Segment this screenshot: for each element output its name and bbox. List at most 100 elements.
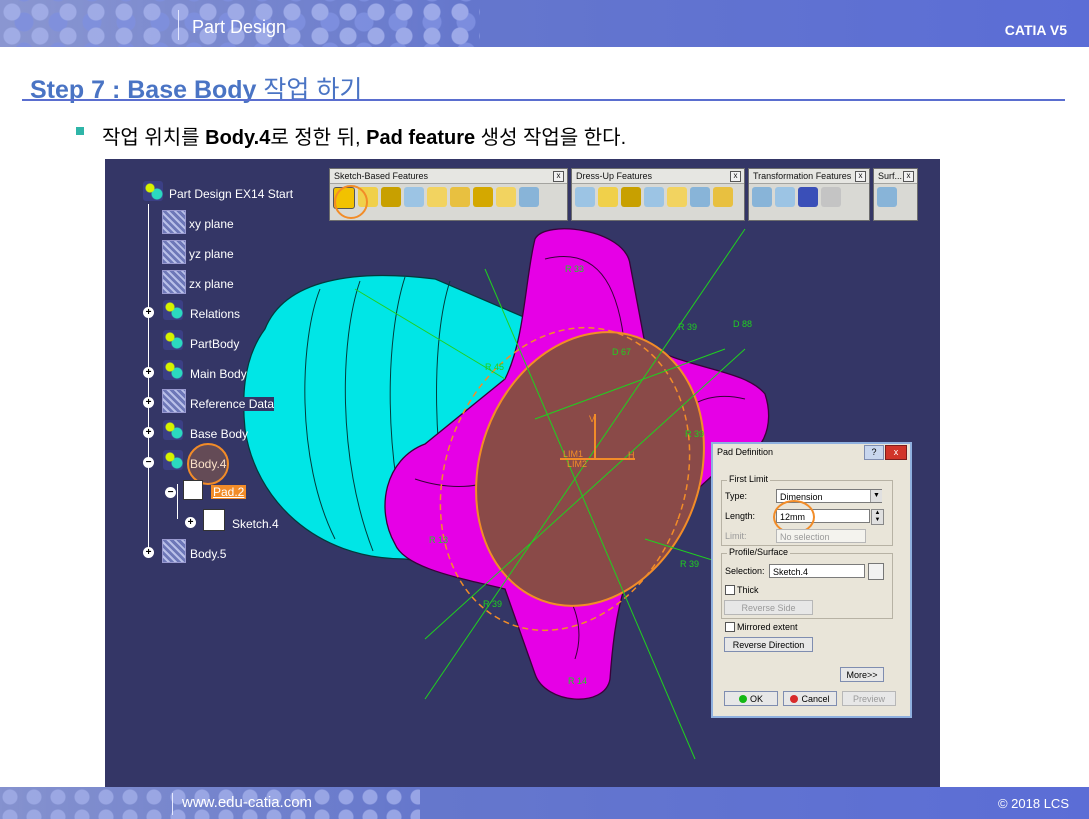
toolbar-title[interactable]: Dress-Up Features x bbox=[572, 169, 744, 184]
chamfer-icon[interactable] bbox=[598, 187, 618, 207]
footer-copyright: © 2018 LCS bbox=[997, 796, 1069, 811]
remove-loft-tool-icon[interactable] bbox=[519, 187, 539, 207]
expand-icon[interactable]: + bbox=[143, 397, 154, 408]
limit-field[interactable]: No selection bbox=[776, 529, 866, 543]
shell-icon[interactable] bbox=[644, 187, 664, 207]
stiffener-tool-icon[interactable] bbox=[473, 187, 493, 207]
thick-checkbox[interactable] bbox=[725, 585, 735, 595]
body-icon[interactable] bbox=[163, 420, 183, 440]
mirrored-extent-checkbox[interactable] bbox=[725, 622, 735, 632]
more-button[interactable]: More>> bbox=[840, 667, 884, 682]
thickness-icon[interactable] bbox=[667, 187, 687, 207]
body-icon[interactable] bbox=[162, 539, 186, 563]
scaling-icon[interactable] bbox=[821, 187, 841, 207]
instruction-text: 작업 위치를 Body.4로 정한 뒤, Pad feature 생성 작업을 … bbox=[102, 121, 626, 150]
mirror-icon[interactable] bbox=[775, 187, 795, 207]
thread-icon[interactable] bbox=[690, 187, 710, 207]
length-stepper[interactable]: ▲ ▼ bbox=[871, 509, 884, 525]
tree-item-base-body[interactable]: Base Body bbox=[190, 427, 248, 441]
expand-icon[interactable]: + bbox=[143, 307, 154, 318]
pad-icon[interactable] bbox=[183, 480, 203, 500]
remove-face-icon[interactable] bbox=[713, 187, 733, 207]
plane-icon[interactable] bbox=[162, 240, 186, 264]
title-rule bbox=[22, 99, 1065, 101]
tree-item-reference-data[interactable]: Reference Data bbox=[190, 397, 275, 411]
geometric-set-icon[interactable] bbox=[162, 389, 186, 413]
dialog-title: Pad Definition bbox=[717, 447, 774, 457]
rib-tool-icon[interactable] bbox=[427, 187, 447, 207]
sketch-icon[interactable] bbox=[203, 509, 225, 531]
tree-item-relations[interactable]: Relations bbox=[190, 307, 240, 321]
ok-button[interactable]: OK bbox=[724, 691, 778, 706]
toolbar-icons bbox=[752, 187, 841, 211]
tree-item-main-body[interactable]: Main Body bbox=[190, 367, 247, 381]
plane-icon[interactable] bbox=[162, 270, 186, 294]
selection-label: Selection: bbox=[725, 566, 765, 576]
footer-site[interactable]: www.edu-catia.com bbox=[182, 794, 312, 811]
sketcher-icon[interactable] bbox=[868, 563, 884, 580]
chevron-down-icon[interactable]: ▼ bbox=[870, 490, 882, 502]
tree-item-partbody[interactable]: PartBody bbox=[190, 337, 239, 351]
body-icon[interactable] bbox=[163, 330, 183, 350]
translation-icon[interactable] bbox=[752, 187, 772, 207]
expand-icon[interactable]: + bbox=[143, 367, 154, 378]
relations-icon[interactable] bbox=[163, 300, 183, 320]
selection-field[interactable]: Sketch.4 bbox=[769, 564, 865, 578]
loft-tool-icon[interactable] bbox=[496, 187, 516, 207]
preview-button[interactable]: Preview bbox=[842, 691, 896, 706]
limit-label: Limit: bbox=[725, 531, 747, 541]
close-icon[interactable]: x bbox=[855, 171, 866, 182]
draft-icon[interactable] bbox=[621, 187, 641, 207]
slot-tool-icon[interactable] bbox=[450, 187, 470, 207]
plane-icon[interactable] bbox=[162, 210, 186, 234]
model-label: H bbox=[628, 450, 635, 460]
body-icon[interactable] bbox=[163, 360, 183, 380]
hole-tool-icon[interactable] bbox=[404, 187, 424, 207]
body-icon[interactable] bbox=[163, 450, 183, 470]
bullet-icon bbox=[76, 127, 84, 135]
first-limit-label: First Limit bbox=[727, 474, 770, 484]
part-root-icon[interactable] bbox=[143, 181, 163, 201]
expand-icon[interactable]: + bbox=[143, 427, 154, 438]
banner-brand: CATIA V5 bbox=[1004, 22, 1067, 38]
toolbar-title[interactable]: Sketch-Based Features x bbox=[330, 169, 567, 184]
tree-item-pad-2[interactable]: Pad.2 bbox=[211, 485, 247, 499]
thick-label: Thick bbox=[737, 585, 759, 595]
tree-item-body-5[interactable]: Body.5 bbox=[190, 547, 226, 561]
tree-item-xy-plane[interactable]: xy plane bbox=[189, 217, 234, 231]
ok-icon bbox=[738, 695, 747, 703]
highlight-circle bbox=[334, 185, 368, 219]
split-icon[interactable] bbox=[877, 187, 897, 207]
toolbar-surface: Surf... x bbox=[873, 168, 918, 221]
close-icon[interactable]: x bbox=[885, 445, 907, 460]
tree-item-yz-plane[interactable]: yz plane bbox=[189, 247, 234, 261]
toolbar-title[interactable]: Transformation Features x bbox=[749, 169, 869, 184]
edge-fillet-icon[interactable] bbox=[575, 187, 595, 207]
expand-icon[interactable]: + bbox=[143, 547, 154, 558]
tree-branch-line bbox=[177, 484, 178, 519]
close-icon[interactable]: x bbox=[903, 171, 914, 182]
reverse-side-button[interactable]: Reverse Side bbox=[724, 600, 813, 615]
close-icon[interactable]: x bbox=[553, 171, 564, 182]
reverse-direction-button[interactable]: Reverse Direction bbox=[724, 637, 813, 652]
toolbar-title[interactable]: Surf... x bbox=[874, 169, 917, 184]
dialog-titlebar[interactable]: Pad Definition ? x bbox=[713, 444, 910, 460]
cancel-button[interactable]: Cancel bbox=[783, 691, 837, 706]
model-label: D 88 bbox=[733, 319, 753, 329]
tree-root[interactable]: Part Design EX14 Start bbox=[169, 187, 293, 201]
collapse-icon[interactable]: − bbox=[165, 487, 176, 498]
pattern-icon[interactable] bbox=[798, 187, 818, 207]
model-label: R 45 bbox=[485, 362, 505, 372]
tree-item-zx-plane[interactable]: zx plane bbox=[189, 277, 234, 291]
toolbar-transformation: Transformation Features x bbox=[748, 168, 870, 221]
type-label: Type: bbox=[725, 491, 748, 501]
shaft-tool-icon[interactable] bbox=[381, 187, 401, 207]
help-icon[interactable]: ? bbox=[864, 445, 884, 460]
collapse-icon[interactable]: − bbox=[143, 457, 154, 468]
model-label: LIM1 bbox=[563, 449, 584, 459]
tree-item-sketch-4[interactable]: Sketch.4 bbox=[232, 517, 279, 531]
highlight-circle bbox=[187, 443, 229, 485]
ok-label: OK bbox=[749, 694, 763, 704]
close-icon[interactable]: x bbox=[730, 171, 741, 182]
expand-icon[interactable]: + bbox=[185, 517, 196, 528]
